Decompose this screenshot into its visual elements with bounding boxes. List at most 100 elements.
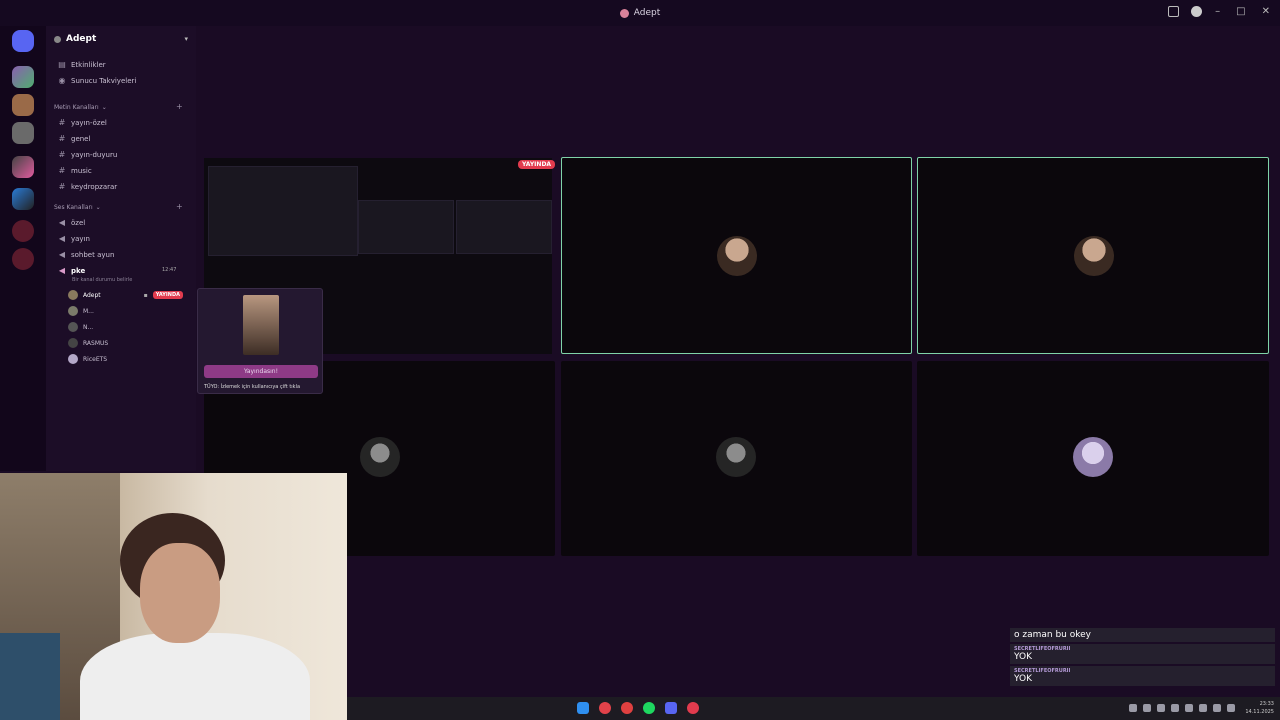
video-tile[interactable]: [917, 157, 1269, 354]
maximize-icon[interactable]: □: [1236, 6, 1245, 17]
help-icon[interactable]: [1191, 6, 1202, 17]
server-name: Adept: [66, 34, 97, 44]
watch-stream-button[interactable]: Yayındasın!: [204, 365, 318, 378]
tray-icon[interactable]: [1171, 704, 1179, 712]
voice-member[interactable]: M...: [68, 305, 94, 317]
channel-status[interactable]: Bir kanal durumu belirle: [72, 277, 132, 283]
avatar: [68, 290, 78, 300]
minimize-icon[interactable]: –: [1215, 6, 1220, 17]
system-tray: [1129, 704, 1235, 712]
server-icon[interactable]: [12, 248, 34, 270]
speaker-icon: ◀: [58, 218, 66, 227]
inbox-icon[interactable]: [1168, 6, 1179, 17]
server-icon[interactable]: [12, 66, 34, 88]
channel-item[interactable]: # genel: [58, 132, 91, 145]
stream-preview-popup[interactable]: Yayındasın! TÜYO: İzlemek için kullanıcı…: [197, 288, 323, 394]
chat-text: YOK: [1014, 674, 1032, 684]
boosts-item[interactable]: ◉ Sunucu Takviyeleri: [58, 74, 137, 87]
clock-date: 14.11.2025: [1245, 709, 1274, 715]
member-name: Adept: [83, 291, 101, 299]
voice-member[interactable]: RASMUS: [68, 337, 108, 349]
channel-label: music: [71, 166, 92, 175]
voice-category[interactable]: Ses Kanalları ⌄: [54, 204, 101, 211]
server-icon[interactable]: [12, 122, 34, 144]
window-title: Adept: [619, 8, 660, 18]
chat-text: o zaman bu okey: [1014, 630, 1091, 640]
channel-label: pke: [71, 266, 86, 275]
close-icon[interactable]: ✕: [1262, 6, 1270, 17]
channel-item[interactable]: # keydropzarar: [58, 180, 118, 193]
channel-label: sohbet ayun: [71, 250, 115, 259]
tray-icon[interactable]: [1213, 704, 1221, 712]
events-item[interactable]: ▤ Etkinlikler: [58, 58, 106, 71]
channel-label: genel: [71, 134, 91, 143]
background-object: [0, 633, 60, 720]
obs-icon[interactable]: [687, 702, 699, 714]
hash-icon: #: [58, 134, 66, 143]
camera-icon: ▪: [143, 291, 148, 299]
voice-member[interactable]: RiceETS: [68, 353, 107, 365]
chat-message: o zaman bu okey: [1010, 628, 1275, 642]
titlebar-tools: [1168, 6, 1202, 17]
text-category[interactable]: Metin Kanalları ⌄: [54, 104, 107, 111]
tray-icon[interactable]: [1143, 704, 1151, 712]
spotify-icon[interactable]: [643, 702, 655, 714]
tray-icon[interactable]: [1199, 704, 1207, 712]
avatar: [68, 338, 78, 348]
voice-channel-item[interactable]: ◀ özel: [58, 216, 85, 229]
avatar: [68, 306, 78, 316]
tray-icon[interactable]: [1129, 704, 1137, 712]
clock-time: 23:33: [1259, 701, 1274, 707]
tray-icon[interactable]: [1227, 704, 1235, 712]
server-folder-icon[interactable]: [12, 188, 34, 210]
speaker-icon: ◀: [58, 250, 66, 259]
avatar: [1074, 236, 1114, 276]
video-tile[interactable]: [917, 361, 1269, 556]
channel-label: yayın: [71, 234, 90, 243]
boosts-label: Sunucu Takviyeleri: [71, 76, 137, 85]
vivaldi-icon[interactable]: [599, 702, 611, 714]
chevron-down-icon[interactable]: ▾: [184, 35, 188, 43]
speaker-icon: ◀: [58, 266, 66, 275]
chat-message: SECRETLIFEOFRURII YOK: [1010, 666, 1275, 686]
member-name: RASMUS: [83, 339, 109, 347]
live-badge: YAYINDA: [152, 291, 183, 299]
voice-channel-item-active[interactable]: ◀ pke: [58, 264, 85, 277]
avatar: [68, 354, 78, 364]
server-icon[interactable]: [12, 220, 34, 242]
events-label: Etkinlikler: [71, 60, 106, 69]
voice-member[interactable]: Adept ▪ YAYINDA: [68, 289, 183, 301]
voice-member[interactable]: N...: [68, 321, 93, 333]
channel-item[interactable]: # yayın-özel: [58, 116, 107, 129]
server-folder-icon[interactable]: [12, 156, 34, 178]
add-channel-icon[interactable]: +: [176, 202, 183, 211]
clock[interactable]: 23:33 14.11.2025: [1245, 700, 1274, 716]
text-category-label: Metin Kanalları: [54, 104, 99, 111]
channel-item[interactable]: # music: [58, 164, 92, 177]
discord-icon[interactable]: [665, 702, 677, 714]
stream-thumbnail: [243, 295, 279, 355]
home-discord-icon[interactable]: [12, 30, 34, 52]
video-tile[interactable]: [561, 157, 912, 354]
hash-icon: #: [58, 150, 66, 159]
channel-label: yayın-duyuru: [71, 150, 118, 159]
calendar-icon: ▤: [58, 60, 66, 69]
chat-overlay: o zaman bu okey SECRETLIFEOFRURII YOK SE…: [1010, 628, 1275, 698]
voice-channel-item[interactable]: ◀ yayın: [58, 232, 90, 245]
server-status-icon: [54, 35, 61, 43]
add-channel-icon[interactable]: +: [176, 102, 183, 111]
tray-icon[interactable]: [1157, 704, 1165, 712]
channel-timer: 12:47: [162, 267, 177, 273]
avatar: [68, 322, 78, 332]
member-name: M...: [83, 307, 94, 315]
video-tile[interactable]: [561, 361, 912, 556]
tray-icon[interactable]: [1185, 704, 1193, 712]
voice-channel-item[interactable]: ◀ sohbet ayun: [58, 248, 114, 261]
streamer-shirt: [80, 633, 310, 720]
server-header[interactable]: Adept ▾: [54, 32, 188, 46]
windows-start-icon[interactable]: [577, 702, 589, 714]
channel-item[interactable]: # yayın-duyuru: [58, 148, 118, 161]
browser-icon[interactable]: [621, 702, 633, 714]
avatar: [360, 437, 400, 477]
server-icon[interactable]: [12, 94, 34, 116]
